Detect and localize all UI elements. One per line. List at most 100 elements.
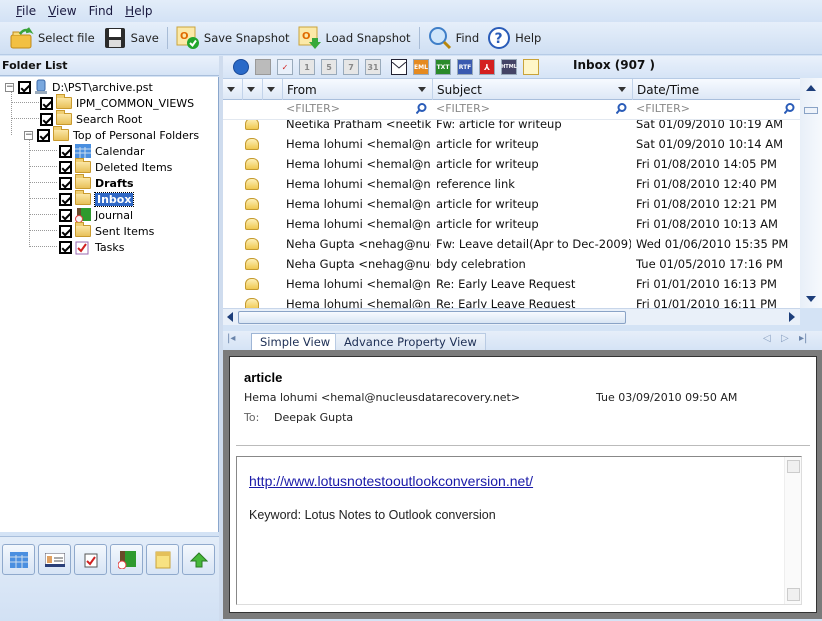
checkbox[interactable] — [18, 80, 31, 94]
search-icon[interactable] — [784, 103, 795, 114]
tree-item-inbox[interactable]: Inbox — [59, 190, 135, 207]
checkbox[interactable] — [40, 112, 53, 126]
last-tab-icon[interactable]: ▸| — [799, 333, 807, 344]
message-row[interactable]: Hema lohumi <hemal@nucl...Re: Early Leav… — [223, 274, 800, 294]
find-button[interactable]: Find — [428, 26, 479, 50]
tree-root[interactable]: − D:\PST\archive.pst — [5, 79, 153, 95]
html-icon[interactable]: HTML — [501, 59, 517, 75]
checkbox[interactable] — [59, 208, 72, 222]
date-filter-input[interactable]: <FILTER> — [636, 102, 690, 115]
scroll-down-icon[interactable] — [806, 296, 816, 302]
collapse-toggle[interactable]: − — [24, 130, 33, 140]
checkbox[interactable] — [59, 192, 72, 206]
pdf-icon[interactable]: ⅄ — [479, 59, 495, 75]
tree-item-calendar[interactable]: Calendar — [59, 143, 144, 159]
scroll-up-icon[interactable] — [787, 460, 800, 473]
checkbox[interactable] — [59, 160, 72, 174]
tree-item-journal[interactable]: Journal — [59, 207, 133, 223]
tree-item-top-of-personal-folders[interactable]: − Top of Personal Folders — [24, 126, 199, 143]
next-tab-icon[interactable]: ▷ — [781, 333, 789, 344]
scroll-down-icon[interactable] — [787, 588, 800, 601]
day-5-icon[interactable]: 5 — [321, 59, 337, 75]
txt-icon[interactable]: TXT — [435, 59, 451, 75]
menu-view[interactable]: View — [48, 4, 76, 18]
search-icon[interactable] — [616, 103, 627, 114]
nav-calendar-button[interactable] — [2, 544, 35, 575]
tree-item-deleted-items[interactable]: Deleted Items — [59, 158, 172, 175]
message-row[interactable]: Neha Gupta <nehag@nucle...bdy celebratio… — [223, 254, 800, 274]
scroll-thumb[interactable] — [238, 311, 626, 324]
refresh-icon[interactable] — [233, 59, 249, 75]
checkbox[interactable] — [59, 144, 72, 158]
tree-item-ipm-common-views[interactable]: IPM_COMMON_VIEWS — [40, 94, 194, 111]
hand-icon[interactable] — [255, 59, 271, 75]
rtf-icon[interactable]: RTF — [457, 59, 473, 75]
message-row[interactable]: Hema lohumi <hemal@nucl...article for wr… — [223, 194, 800, 214]
message-row[interactable]: Hema lohumi <hemal@nucl...article for wr… — [223, 134, 800, 154]
chevron-down-icon[interactable] — [418, 87, 426, 92]
load-snapshot-button[interactable]: O Load Snapshot — [298, 26, 411, 50]
checkbox[interactable] — [59, 224, 72, 238]
message-row[interactable]: Hema lohumi <hemal@nucl...article for wr… — [223, 214, 800, 234]
menu-file[interactable]: File — [16, 4, 36, 18]
subject-filter-input[interactable]: <FILTER> — [436, 102, 490, 115]
save-button[interactable]: Save — [103, 26, 159, 50]
scroll-left-icon[interactable] — [227, 312, 233, 322]
tree-item-search-root[interactable]: Search Root — [40, 110, 142, 127]
tree-item-tasks[interactable]: Tasks — [59, 239, 124, 255]
vertical-scrollbar[interactable] — [800, 78, 822, 308]
column-from[interactable]: From — [283, 79, 433, 100]
column-icon[interactable] — [243, 79, 263, 100]
chevron-down-icon[interactable] — [618, 87, 626, 92]
tasks-icon — [75, 241, 89, 254]
message-row[interactable]: Neha Gupta <nehag@nucle...Fw: Leave deta… — [223, 234, 800, 254]
nav-tasks-button[interactable] — [74, 544, 107, 575]
select-file-button[interactable]: Select file — [10, 26, 95, 50]
nav-contacts-button[interactable] — [38, 544, 71, 575]
day-7-icon[interactable]: 7 — [343, 59, 359, 75]
scroll-right-icon[interactable] — [789, 312, 795, 322]
message-row[interactable]: Hema lohumi <hemal@nucl...reference link… — [223, 174, 800, 194]
menu-help[interactable]: Help — [125, 4, 152, 18]
from-filter-input[interactable]: <FILTER> — [286, 102, 340, 115]
tree-item-drafts[interactable]: Drafts — [59, 174, 134, 191]
tree-item-sent-items[interactable]: Sent Items — [59, 222, 154, 239]
save-snapshot-button[interactable]: O Save Snapshot — [176, 26, 290, 50]
help-button[interactable]: ? Help — [487, 26, 541, 50]
horizontal-scrollbar[interactable] — [223, 308, 800, 325]
column-subject[interactable]: Subject — [433, 79, 633, 100]
nav-journal-button[interactable] — [110, 544, 143, 575]
scroll-up-icon[interactable] — [806, 85, 816, 91]
eml-icon[interactable]: EML — [413, 59, 429, 75]
checkbox[interactable] — [59, 240, 72, 254]
svg-text:O: O — [302, 31, 311, 42]
scroll-thumb[interactable] — [804, 107, 818, 114]
body-link[interactable]: http://www.lotusnotestooutlookconversion… — [249, 473, 533, 489]
calendar-check-icon[interactable]: ✓ — [277, 59, 293, 75]
first-tab-icon[interactable]: |◂ — [227, 333, 235, 344]
message-row[interactable]: Neetika Pratham <neetika@...Fw: article … — [223, 120, 800, 134]
message-row[interactable]: Hema lohumi <hemal@nucl...Re: Early Leav… — [223, 294, 800, 308]
column-date[interactable]: Date/Time — [633, 79, 800, 100]
column-importance[interactable] — [223, 79, 243, 100]
collapse-toggle[interactable]: − — [5, 82, 14, 92]
checkbox[interactable] — [59, 176, 72, 190]
mail-icon[interactable] — [391, 59, 407, 75]
body-scrollbar[interactable] — [784, 457, 801, 604]
message-body[interactable]: http://www.lotusnotestooutlookconversion… — [236, 456, 802, 605]
column-attachment[interactable] — [263, 79, 283, 100]
nav-up-button[interactable] — [182, 544, 215, 575]
message-row[interactable]: Hema lohumi <hemal@nucl...article for wr… — [223, 154, 800, 174]
tab-advance-property-view[interactable]: Advance Property View — [335, 333, 486, 350]
checkbox[interactable] — [37, 128, 50, 142]
export-icon[interactable] — [523, 59, 539, 75]
day-1-icon[interactable]: 1 — [299, 59, 315, 75]
prev-tab-icon[interactable]: ◁ — [763, 333, 771, 344]
tab-simple-view[interactable]: Simple View — [251, 333, 340, 350]
checkbox[interactable] — [40, 96, 53, 110]
day-31-icon[interactable]: 31 — [365, 59, 381, 75]
up-arrow-icon — [189, 551, 208, 567]
menu-find[interactable]: Find — [89, 4, 114, 18]
nav-notes-button[interactable] — [146, 544, 179, 575]
search-icon[interactable] — [416, 103, 427, 114]
